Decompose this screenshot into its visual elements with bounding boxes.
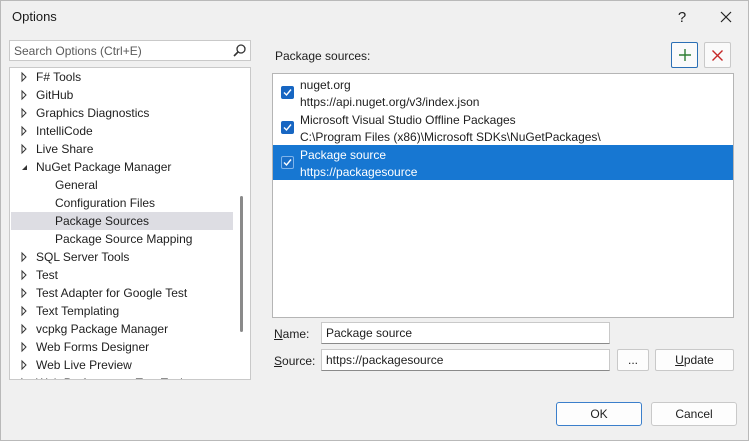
collapsed-arrow-icon[interactable] [19,266,31,284]
remove-source-button[interactable] [704,42,731,68]
name-field[interactable] [321,322,610,344]
expanded-arrow-icon[interactable] [19,158,31,176]
options-tree[interactable]: F# Tools GitHub Graphics Diagnostics Intell… [9,67,251,380]
package-source-list[interactable]: nuget.org https://api.nuget.org/v3/index.… [272,73,734,318]
tree-item[interactable]: IntelliCode [11,122,233,140]
tree-item-label: Package Source Mapping [55,232,193,246]
tree-item[interactable]: Test Adapter for Google Test [11,284,233,302]
tree-item-label: Test Adapter for Google Test [36,286,188,300]
collapsed-arrow-icon[interactable] [19,248,31,266]
collapsed-arrow-icon[interactable] [19,338,31,356]
tree-item[interactable]: NuGet Package Manager [11,158,233,176]
ok-label: OK [590,407,608,421]
tree-item-label: Configuration Files [55,196,156,210]
package-source-row[interactable]: nuget.org https://api.nuget.org/v3/index.… [273,75,733,110]
browse-label: ... [627,353,638,367]
tree-item-label: GitHub [36,88,74,102]
collapsed-arrow-icon[interactable] [19,356,31,374]
checkmark-icon [283,89,292,97]
tree-item-label: General [55,178,98,192]
tree-item-label: vcpkg Package Manager [36,322,169,336]
source-url: https://api.nuget.org/v3/index.json [300,95,480,109]
source-enabled-checkbox[interactable] [281,86,294,99]
tree-item-label: Web Performance Test Tools [36,374,189,379]
source-url: https://packagesource [300,165,418,179]
collapsed-arrow-icon[interactable] [19,302,31,320]
title-bar[interactable]: Options ? [1,1,748,33]
tree-item-label: F# Tools [36,70,82,84]
collapsed-arrow-icon[interactable] [19,320,31,338]
ok-button[interactable]: OK [556,402,642,426]
collapsed-arrow-icon[interactable] [19,140,31,158]
tree-item-label: Web Live Preview [36,358,132,372]
window-title: Options [12,9,57,24]
collapsed-arrow-icon[interactable] [19,284,31,302]
tree-item[interactable]: Live Share [11,140,233,158]
tree-item[interactable]: Package Sources [11,212,233,230]
source-label: Source: [274,354,316,368]
options-dialog: Options ? F# Tools GitHub Graphics Diagnos… [0,0,749,441]
source-name: Microsoft Visual Studio Offline Packages [300,113,516,127]
tree-item[interactable]: General [11,176,233,194]
tree-item-label: Test [36,268,59,282]
tree-item-label: IntelliCode [36,124,93,138]
tree-item-label: Live Share [36,142,94,156]
close-icon [720,11,732,23]
help-label: ? [677,8,687,26]
package-sources-label: Package sources: [275,49,371,63]
tree-item-label: Graphics Diagnostics [36,106,150,120]
tree-item[interactable]: Test [11,266,233,284]
tree-item-label: NuGet Package Manager [36,160,172,174]
source-enabled-checkbox[interactable] [281,156,294,169]
checkmark-icon [283,159,292,167]
package-source-row[interactable]: Microsoft Visual Studio Offline Packages… [273,110,733,145]
add-source-button[interactable] [671,42,698,68]
tree-item-label: Package Sources [55,214,150,228]
source-url: C:\Program Files (x86)\Microsoft SDKs\Nu… [300,130,601,144]
tree-item[interactable]: Configuration Files [11,194,233,212]
browse-button[interactable]: ... [617,349,649,371]
tree-item[interactable]: vcpkg Package Manager [11,320,233,338]
tree-item[interactable]: F# Tools [11,68,233,86]
tree-scrollbar-thumb[interactable] [240,196,243,332]
source-name: nuget.org [300,78,351,92]
checkmark-icon [283,124,292,132]
source-name: Package source [300,148,387,162]
tree-item-label: Web Forms Designer [36,340,150,354]
collapsed-arrow-icon[interactable] [19,86,31,104]
tree-item[interactable]: Package Source Mapping [11,230,233,248]
package-source-row[interactable]: Package source https://packagesource [273,145,733,180]
cancel-label: Cancel [675,407,713,421]
collapsed-arrow-icon[interactable] [19,374,31,380]
update-button[interactable]: Update [655,349,734,371]
tree-item[interactable]: Web Performance Test Tools [11,374,233,380]
cancel-button[interactable]: Cancel [651,402,737,426]
collapsed-arrow-icon[interactable] [19,104,31,122]
search-input[interactable] [10,41,232,60]
tree-item[interactable]: SQL Server Tools [11,248,233,266]
x-icon [712,49,723,61]
update-label: Update [675,353,714,367]
search-box[interactable] [9,40,251,61]
help-button[interactable]: ? [665,3,699,31]
search-icon[interactable] [232,43,247,58]
close-button[interactable] [708,3,744,31]
collapsed-arrow-icon[interactable] [19,68,31,86]
tree-item-label: SQL Server Tools [36,250,130,264]
tree-item[interactable]: Text Templating [11,302,233,320]
collapsed-arrow-icon[interactable] [19,122,31,140]
tree-item-label: Text Templating [36,304,120,318]
tree-item[interactable]: Graphics Diagnostics [11,104,233,122]
source-field[interactable] [321,349,610,371]
tree-item[interactable]: GitHub [11,86,233,104]
tree-item[interactable]: Web Live Preview [11,356,233,374]
tree-item[interactable]: Web Forms Designer [11,338,233,356]
source-enabled-checkbox[interactable] [281,121,294,134]
plus-icon [678,49,691,61]
name-label: Name: [274,327,310,341]
